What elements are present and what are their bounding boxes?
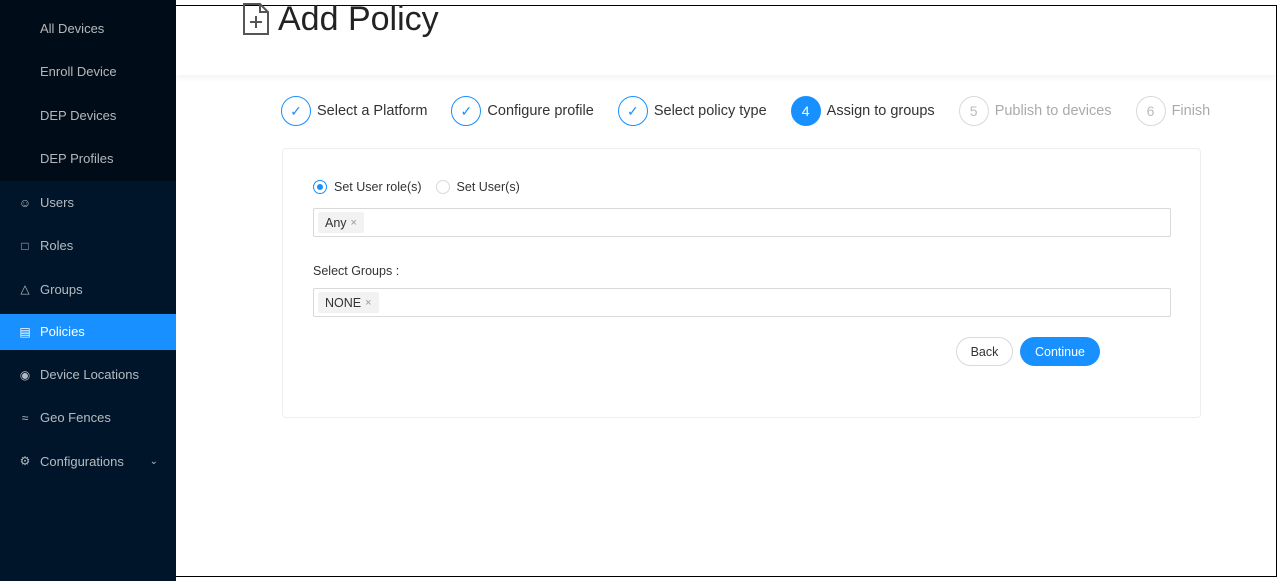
policy-icon: ▤ — [19, 324, 31, 339]
step-label: Select policy type — [653, 103, 767, 119]
sidebar-item-policies[interactable]: ▤ Policies — [0, 313, 176, 350]
sidebar-item-configurations[interactable]: ⚙ Configurations ⌄ — [0, 439, 176, 482]
page-title: Add Policy — [242, 0, 439, 38]
sidebar-item-dep-devices[interactable]: DEP Devices — [0, 94, 176, 137]
cluster-icon: △ — [20, 282, 30, 297]
check-icon: ✓ — [617, 96, 648, 126]
book-icon: □ — [21, 238, 29, 253]
devices-submenu: All Devices Enroll Device DEP Devices DE… — [0, 0, 176, 181]
sidebar-item-label: Configurations — [40, 453, 124, 469]
close-icon[interactable]: × — [365, 297, 371, 309]
step-label: Finish — [1171, 103, 1211, 119]
file-add-icon — [243, 3, 269, 35]
radio-set-users[interactable]: Set User(s) — [435, 180, 520, 194]
step-number: 6 — [1135, 96, 1166, 126]
tag-label: Any — [325, 215, 347, 230]
sidebar-item-dep-profiles[interactable]: DEP Profiles — [0, 137, 176, 180]
step-4: 4 Assign to groups — [790, 96, 935, 126]
radio-set-user-roles[interactable]: Set User role(s) — [313, 180, 422, 194]
step-3: ✓ Select policy type — [617, 96, 767, 126]
radio-unchecked-icon — [435, 180, 450, 194]
sidebar-item-label: Users — [40, 195, 74, 211]
step-number: 4 — [790, 96, 821, 126]
check-icon: ✓ — [451, 96, 482, 126]
groups-select[interactable]: NONE × — [313, 288, 1171, 317]
sidebar-item-label: Device Locations — [40, 367, 139, 383]
radio-label: Set User(s) — [456, 180, 520, 194]
gear-icon: ⚙ — [19, 454, 31, 469]
user-roles-select[interactable]: Any × — [313, 208, 1171, 237]
radio-label: Set User role(s) — [334, 180, 422, 194]
sidebar-item-roles[interactable]: □ Roles — [0, 224, 176, 267]
geo-fence-icon: ≈ — [21, 410, 29, 425]
continue-button[interactable]: Continue — [1020, 337, 1100, 366]
sidebar-item-users[interactable]: ☺ Users — [0, 181, 176, 224]
step-label: Publish to devices — [994, 103, 1112, 119]
sidebar-item-groups[interactable]: △ Groups — [0, 268, 176, 311]
group-tag: NONE × — [318, 292, 379, 313]
step-number: 5 — [958, 96, 989, 126]
step-6: 6 Finish — [1135, 96, 1211, 126]
assign-groups-card: Set User role(s) Set User(s) Any × Select… — [282, 148, 1201, 418]
label-text: Select Groups — [313, 264, 393, 278]
sidebar-item-all-devices[interactable]: All Devices — [0, 7, 176, 50]
page-title-text: Add Policy — [278, 0, 439, 38]
sidebar-item-device-locations[interactable]: ◉ Device Locations — [0, 353, 176, 396]
tag-label: NONE — [325, 295, 362, 310]
step-1: ✓ Select a Platform — [281, 96, 427, 126]
check-icon: ✓ — [281, 96, 311, 126]
chevron-down-icon: ⌄ — [149, 455, 158, 467]
step-label: Select a Platform — [317, 103, 428, 119]
steps: ✓ Select a Platform ✓ Configure profile ✓ S… — [281, 96, 1234, 126]
location-icon: ◉ — [19, 367, 31, 382]
sidebar-item-geo-fences[interactable]: ≈ Geo Fences — [0, 396, 176, 439]
sidebar: All Devices Enroll Device DEP Devices DE… — [0, 0, 176, 581]
step-2: ✓ Configure profile — [451, 96, 594, 126]
step-label: Configure profile — [487, 103, 594, 119]
role-tag: Any × — [318, 212, 364, 233]
sidebar-item-label: Policies — [40, 324, 85, 340]
user-icon: ☺ — [18, 195, 32, 210]
radio-checked-icon — [313, 180, 327, 194]
sidebar-item-enroll-device[interactable]: Enroll Device — [0, 50, 176, 93]
sidebar-item-label: Roles — [40, 238, 74, 254]
sidebar-item-label: Geo Fences — [40, 410, 111, 426]
step-5: 5 Publish to devices — [958, 96, 1112, 126]
assignment-type-radio-group: Set User role(s) Set User(s) — [313, 180, 534, 194]
select-groups-label: Select Groups : — [313, 264, 400, 278]
step-label: Assign to groups — [826, 103, 935, 119]
back-button[interactable]: Back — [956, 337, 1013, 366]
sidebar-item-label: Groups — [40, 281, 83, 297]
close-icon[interactable]: × — [351, 217, 357, 229]
